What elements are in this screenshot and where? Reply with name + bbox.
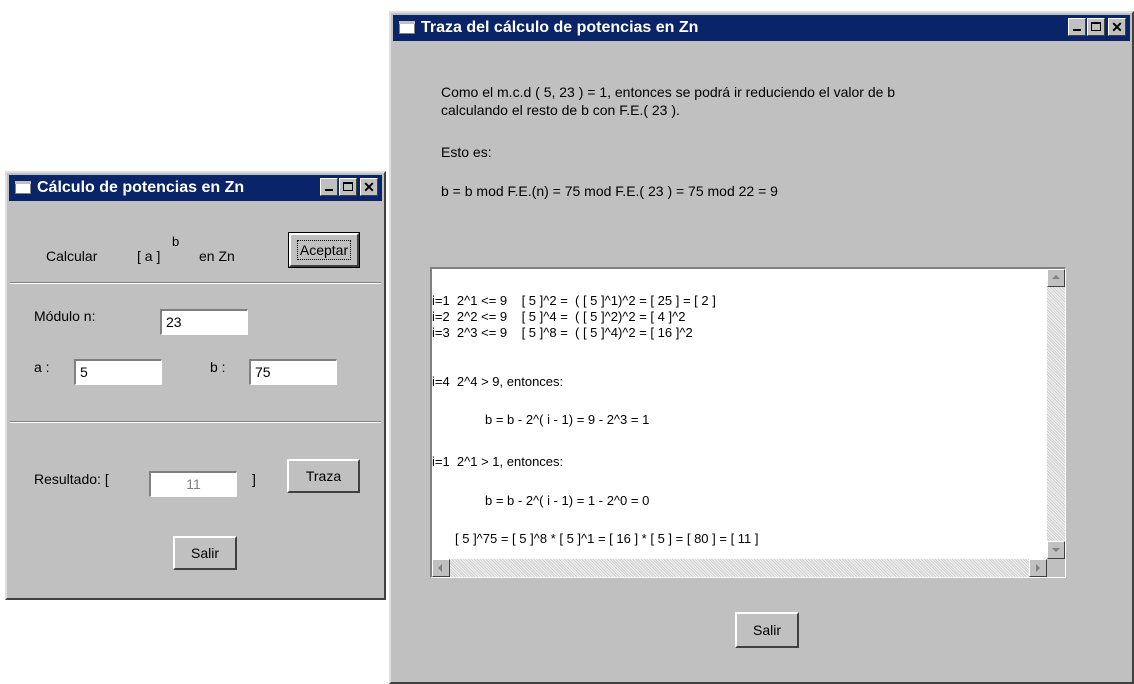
close-icon: ✕: [363, 178, 375, 195]
scroll-down-button[interactable]: [1047, 541, 1065, 559]
maximize-icon: [343, 182, 353, 191]
trace-button-label: Traza: [305, 468, 342, 484]
close-button[interactable]: ✕: [1108, 18, 1126, 36]
trace-line: i=1 2^1 > 1, entonces:: [432, 454, 564, 469]
minimize-icon: [1073, 29, 1081, 31]
vertical-scrollbar[interactable]: [1047, 269, 1065, 559]
trace-line: i=4 2^4 > 9, entonces:: [432, 374, 564, 389]
esto-es-label: Esto es:: [441, 144, 492, 160]
minimize-icon: [325, 189, 333, 191]
scroll-left-button[interactable]: [432, 559, 450, 577]
b-label: b :: [210, 359, 226, 375]
maximize-icon: [1091, 22, 1101, 31]
trace-button[interactable]: Traza: [287, 459, 360, 493]
arrow-left-icon: [438, 564, 442, 572]
calcular-label: Calcular: [46, 248, 98, 264]
reduction-formula: b = b mod F.E.(n) = 75 mod F.E.( 23 ) = …: [441, 183, 778, 199]
formula-zn: en Zn: [199, 248, 235, 264]
accept-button-label: Aceptar: [296, 240, 352, 260]
maximize-button[interactable]: [1087, 18, 1105, 36]
a-label: a :: [34, 359, 50, 375]
app-icon: [399, 21, 415, 35]
exit-button-label: Salir: [190, 545, 219, 561]
trace-line: [ 5 ]^75 = [ 5 ]^8 * [ 5 ]^1 = [ 16 ] * …: [455, 531, 759, 546]
intro-line-2: calculando el resto de b con F.E.( 23 ).: [441, 102, 680, 118]
app-icon: [15, 181, 31, 195]
arrow-up-icon: [1052, 275, 1060, 279]
trace-line: i=1 2^1 <= 9 [ 5 ]^2 = ( [ 5 ]^1)^2 = [ …: [432, 293, 716, 308]
window-title: Traza del cálculo de potencias en Zn: [421, 19, 699, 36]
arrow-right-icon: [1036, 564, 1040, 572]
close-icon: ✕: [1111, 18, 1123, 35]
a-field[interactable]: 5: [74, 359, 162, 385]
result-close-bracket: ]: [252, 471, 256, 487]
separator: [10, 282, 381, 284]
separator: [10, 421, 381, 423]
result-field: 11: [149, 471, 237, 497]
exit-button-label: Salir: [752, 622, 781, 638]
modulo-label: Módulo n:: [34, 308, 96, 324]
minimize-button[interactable]: [1068, 18, 1086, 36]
minimize-button[interactable]: [320, 178, 338, 196]
formula-base: [ a ]: [137, 248, 161, 264]
trace-window: Traza del cálculo de potencias en Zn ✕ C…: [389, 11, 1134, 684]
trace-line: i=3 2^3 <= 9 [ 5 ]^8 = ( [ 5 ]^4)^2 = [ …: [432, 325, 693, 340]
horizontal-scrollbar[interactable]: [432, 559, 1047, 577]
close-button[interactable]: ✕: [360, 178, 378, 196]
formula-exponent: b: [172, 234, 180, 249]
trace-titlebar[interactable]: Traza del cálculo de potencias en Zn ✕: [393, 15, 1130, 41]
trace-line: b = b - 2^( i - 1) = 1 - 2^0 = 0: [485, 493, 650, 508]
accept-button[interactable]: Aceptar: [288, 232, 360, 268]
result-label: Resultado: [: [34, 471, 109, 487]
trace-line: i=2 2^2 <= 9 [ 5 ]^4 = ( [ 5 ]^2)^2 = [ …: [432, 309, 686, 324]
scroll-right-button[interactable]: [1029, 559, 1047, 577]
arrow-down-icon: [1052, 548, 1060, 552]
scroll-up-button[interactable]: [1047, 269, 1065, 287]
exit-button[interactable]: Salir: [735, 612, 799, 648]
b-field[interactable]: 75: [249, 359, 337, 385]
exit-button[interactable]: Salir: [173, 536, 237, 570]
potencias-window: Cálculo de potencias en Zn ✕ Calcular [ …: [5, 171, 386, 600]
intro-line-1: Como el m.c.d ( 5, 23 ) = 1, entonces se…: [441, 84, 896, 100]
maximize-button[interactable]: [339, 178, 357, 196]
modulo-field[interactable]: 23: [160, 309, 248, 335]
window-title: Cálculo de potencias en Zn: [37, 179, 245, 196]
trace-line: b = b - 2^( i - 1) = 9 - 2^3 = 1: [485, 412, 650, 427]
scroll-corner: [1047, 559, 1065, 577]
trace-textbox[interactable]: i=1 2^1 <= 9 [ 5 ]^2 = ( [ 5 ]^1)^2 = [ …: [430, 267, 1066, 578]
potencias-titlebar[interactable]: Cálculo de potencias en Zn ✕: [9, 175, 382, 201]
